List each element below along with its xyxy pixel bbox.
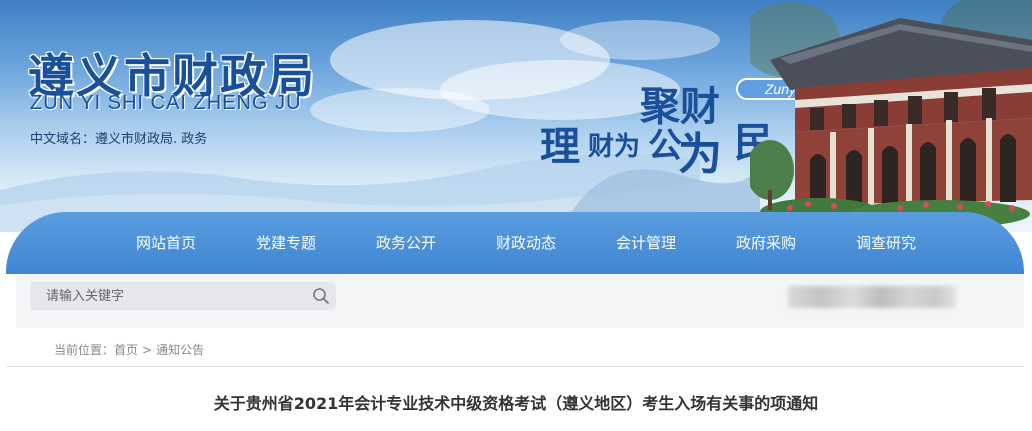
breadcrumb-home-link[interactable]: 首页 — [114, 343, 138, 357]
breadcrumb: 当前位置：首页 > 通知公告 — [54, 341, 204, 357]
nav-item-government-procurement[interactable]: 政府采购 — [706, 230, 826, 256]
breadcrumb-prefix: 当前位置： — [54, 343, 115, 357]
breadcrumb-current-link[interactable]: 通知公告 — [156, 343, 204, 357]
nav-item-finance-news[interactable]: 财政动态 — [466, 230, 586, 256]
main-navigation: 网站首页 党建专题 政务公开 财政动态 会计管理 政府采购 调查研究 — [6, 212, 1024, 274]
search-input[interactable] — [30, 282, 306, 310]
slogan-part: 财为 — [588, 132, 641, 162]
search-icon[interactable] — [312, 287, 330, 305]
zunyi-conference-building-illustration — [750, 0, 1032, 228]
site-pinyin: ZUN YI SHI CAI ZHENG JU — [30, 92, 302, 114]
nav-item-research[interactable]: 调查研究 — [826, 230, 946, 256]
search-box — [30, 282, 336, 310]
nav-item-accounting-management[interactable]: 会计管理 — [586, 230, 706, 256]
site-banner: 遵义市财政局 ZUN YI SHI CAI ZHENG JU 中文域名：遵义市财… — [0, 0, 1032, 232]
nav-item-government-affairs[interactable]: 政务公开 — [346, 230, 466, 256]
blurred-info-area — [788, 286, 956, 308]
slogan-part: 为 — [678, 129, 722, 180]
chinese-domain-label: 中文域名：遵义市财政局. 政务 — [30, 132, 208, 147]
slogan-part: 公 — [648, 126, 682, 166]
search-bar-row — [16, 274, 1024, 328]
article-title: 关于贵州省2021年会计专业技术中级资格考试（遵义地区）考生入场有关事的项通知 — [213, 394, 819, 413]
nav-item-party-building[interactable]: 党建专题 — [226, 230, 346, 256]
content-divider — [6, 366, 1024, 367]
slogan-part: 理 — [540, 124, 580, 170]
breadcrumb-separator: > — [142, 343, 153, 357]
nav-item-home[interactable]: 网站首页 — [106, 230, 226, 256]
